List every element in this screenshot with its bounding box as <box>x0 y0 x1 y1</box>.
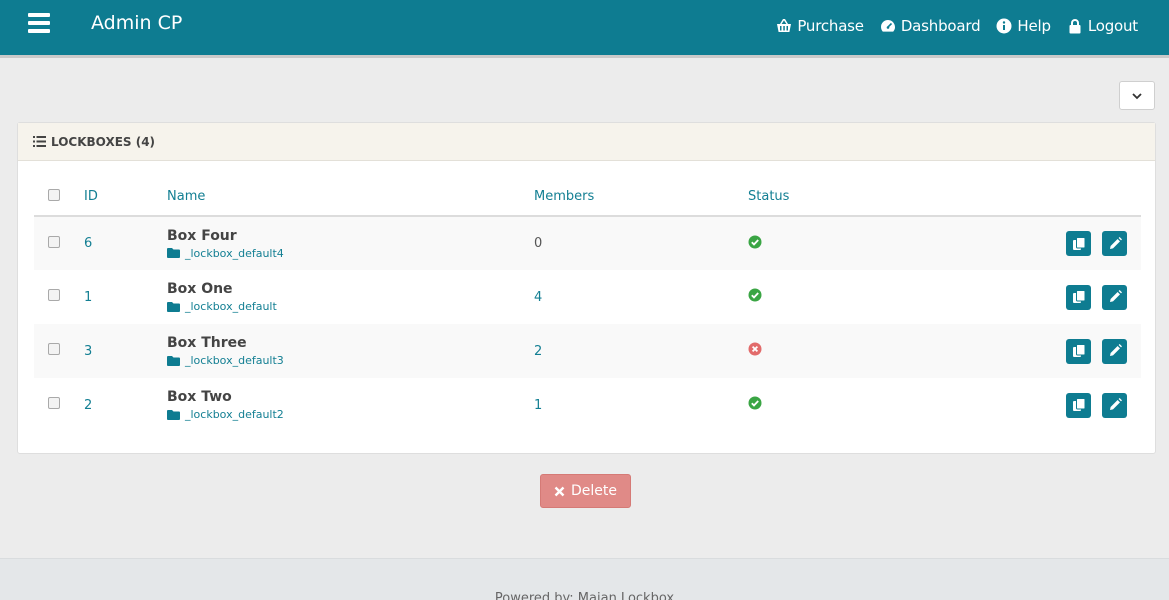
menu-toggle-icon[interactable] <box>28 13 50 33</box>
close-icon <box>554 486 565 496</box>
status-active-icon <box>748 288 762 302</box>
column-members[interactable]: Members <box>534 178 748 217</box>
copy-icon <box>1072 236 1085 250</box>
column-name[interactable]: Name <box>167 178 534 217</box>
row-members[interactable]: 1 <box>534 398 542 413</box>
page-footer: Powered by: Maian Lockbox <box>0 558 1169 600</box>
edit-button[interactable] <box>1102 392 1127 418</box>
table-header-row: ID Name Members Status <box>34 178 1141 217</box>
row-folder[interactable]: _lockbox_default3 <box>167 354 534 367</box>
list-icon <box>33 136 46 147</box>
delete-label: Delete <box>571 483 617 499</box>
folder-icon <box>167 409 180 420</box>
footer-text: Powered by: Maian Lockbox <box>494 591 675 600</box>
info-icon <box>996 18 1012 34</box>
row-folder-label: _lockbox_default2 <box>185 408 284 421</box>
row-folder[interactable]: _lockbox_default2 <box>167 408 534 421</box>
row-members[interactable]: 4 <box>534 290 542 305</box>
nav-dashboard[interactable]: Dashboard <box>880 17 981 35</box>
nav-purchase[interactable]: Purchase <box>776 17 864 35</box>
table-row: 2 Box Two _lockbox_default2 1 <box>34 378 1141 432</box>
row-folder[interactable]: _lockbox_default4 <box>167 247 534 260</box>
nav-logout[interactable]: Logout <box>1067 17 1138 35</box>
edit-button[interactable] <box>1102 338 1127 364</box>
panel-title: LOCKBOXES (4) <box>51 134 156 149</box>
column-id[interactable]: ID <box>84 178 167 217</box>
lockbox-table: ID Name Members Status 6 Box Four _lockb… <box>34 178 1141 432</box>
brand-title[interactable]: Admin CP <box>91 12 182 34</box>
folder-icon <box>167 301 180 312</box>
copy-button[interactable] <box>1066 392 1091 418</box>
select-all-checkbox[interactable] <box>48 188 60 201</box>
row-id[interactable]: 1 <box>84 290 92 305</box>
row-folder-label: _lockbox_default4 <box>185 246 284 260</box>
row-name: Box Four <box>167 227 237 244</box>
folder-icon <box>167 248 180 258</box>
copy-icon <box>1072 344 1085 357</box>
select-all-cell <box>34 178 84 217</box>
pencil-icon <box>1109 398 1122 410</box>
row-checkbox[interactable] <box>48 235 60 248</box>
pencil-icon <box>1109 290 1122 302</box>
row-name: Box Three <box>167 335 247 351</box>
delete-button[interactable]: Delete <box>540 474 631 508</box>
table-row: 1 Box One _lockbox_default 4 <box>34 270 1141 324</box>
status-inactive-icon <box>748 342 762 356</box>
row-id[interactable]: 3 <box>84 344 92 359</box>
copy-icon <box>1072 290 1085 303</box>
lock-icon <box>1069 19 1081 34</box>
edit-button[interactable] <box>1102 231 1127 256</box>
copy-button[interactable] <box>1066 231 1091 256</box>
status-active-icon <box>748 235 762 248</box>
top-navbar: Admin CP Purchase Dashboard Help Logout <box>0 0 1169 58</box>
row-members[interactable]: 2 <box>534 344 542 359</box>
copy-button[interactable] <box>1066 284 1091 310</box>
top-nav: Purchase Dashboard Help Logout <box>776 17 1138 35</box>
nav-dashboard-label: Dashboard <box>900 17 981 35</box>
row-folder[interactable]: _lockbox_default <box>167 300 534 313</box>
chevron-down-icon <box>1132 92 1142 99</box>
lockboxes-panel: LOCKBOXES (4) ID Name Members Status 6 B… <box>17 122 1156 454</box>
dashboard-icon <box>880 20 895 32</box>
table-row: 3 Box Three _lockbox_default3 2 <box>34 324 1141 378</box>
folder-icon <box>167 355 180 366</box>
column-actions <box>1038 178 1141 217</box>
pencil-icon <box>1109 344 1122 356</box>
table-row: 6 Box Four _lockbox_default4 0 <box>34 216 1141 270</box>
panel-header: LOCKBOXES (4) <box>18 123 1155 161</box>
row-checkbox[interactable] <box>48 343 60 355</box>
edit-button[interactable] <box>1102 284 1127 310</box>
nav-logout-label: Logout <box>1087 17 1138 35</box>
column-status[interactable]: Status <box>748 178 1038 217</box>
basket-icon <box>777 19 792 32</box>
nav-purchase-label: Purchase <box>797 17 864 35</box>
options-dropdown-button[interactable] <box>1119 81 1155 110</box>
row-name: Box One <box>167 281 233 297</box>
row-folder-label: _lockbox_default <box>185 300 277 313</box>
row-folder-label: _lockbox_default3 <box>185 354 284 367</box>
row-id[interactable]: 2 <box>84 398 92 413</box>
row-members: 0 <box>534 236 543 251</box>
nav-help-label: Help <box>1017 17 1051 35</box>
copy-button[interactable] <box>1066 338 1091 364</box>
row-id[interactable]: 6 <box>84 236 92 251</box>
pencil-icon <box>1109 236 1122 249</box>
status-active-icon <box>748 396 762 410</box>
row-checkbox[interactable] <box>48 289 60 301</box>
nav-help[interactable]: Help <box>996 17 1051 35</box>
row-checkbox[interactable] <box>48 397 60 409</box>
copy-icon <box>1072 398 1085 411</box>
row-name: Box Two <box>167 389 232 405</box>
